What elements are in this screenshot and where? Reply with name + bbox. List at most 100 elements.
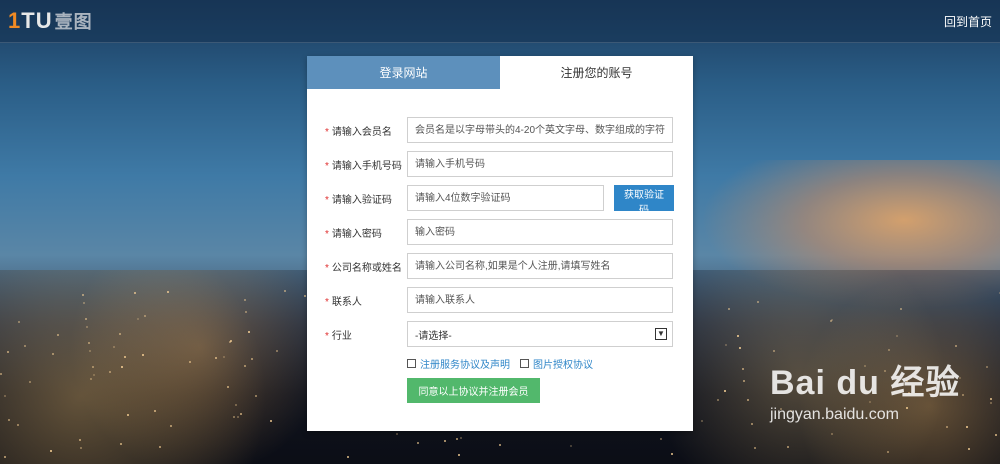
phone-label-text: 请输入手机号码 <box>331 161 402 172</box>
city-light <box>127 413 130 416</box>
phone-label: * 请输入手机号码 <box>325 157 402 172</box>
city-light <box>670 453 673 456</box>
city-light <box>738 347 741 350</box>
company-label: * 公司名称或姓名 <box>325 259 402 274</box>
city-light <box>236 416 239 419</box>
city-light <box>747 398 750 401</box>
city-light <box>91 366 94 369</box>
city-light <box>896 334 899 337</box>
image-license-link[interactable]: 图片授权协议 <box>533 356 593 371</box>
agreement-checkbox-1[interactable] <box>407 358 416 368</box>
city-light <box>123 356 126 359</box>
required-mark: * <box>325 195 329 206</box>
code-row: *请输入验证码 获取验证码 <box>307 185 693 216</box>
city-light <box>86 325 89 328</box>
register-submit-button[interactable]: 同意以上协议并注册会员 <box>407 378 540 403</box>
contact-label-text: 联系人 <box>331 297 362 308</box>
city-light <box>250 358 253 361</box>
city-light <box>240 412 243 415</box>
city-light <box>245 310 248 313</box>
password-row: * 请输入密码 <box>307 219 693 245</box>
city-light <box>112 345 115 348</box>
city-light <box>737 335 740 338</box>
city-light <box>458 454 461 457</box>
site-logo[interactable]: 1 TU 壹图 <box>8 8 93 33</box>
city-light <box>235 404 238 407</box>
city-light <box>248 330 251 333</box>
required-mark: * <box>325 331 329 342</box>
city-light <box>167 290 170 293</box>
contact-row: * 联系人 <box>307 287 693 313</box>
city-light <box>723 390 726 392</box>
watermark-logo: Bai du 经验 <box>770 364 961 402</box>
member-name-row: * 请输入会员名 <box>307 117 693 143</box>
city-light <box>8 418 11 421</box>
city-light <box>955 345 958 348</box>
city-light <box>417 442 420 444</box>
city-light <box>886 451 889 454</box>
city-light <box>170 425 173 428</box>
city-light <box>888 348 891 351</box>
city-light <box>989 397 992 400</box>
city-light <box>82 301 85 304</box>
code-input[interactable] <box>407 185 604 211</box>
city-light <box>18 321 21 324</box>
required-mark: * <box>325 127 329 138</box>
city-light <box>243 365 246 368</box>
logo-cn: 壹图 <box>54 12 93 32</box>
member-name-label-text: 请输入会员名 <box>331 127 392 138</box>
phone-input[interactable] <box>407 151 673 177</box>
code-label: * 请输入验证码 <box>325 191 392 206</box>
password-label-text: 请输入密码 <box>331 229 382 240</box>
city-light <box>226 386 229 389</box>
city-light <box>444 440 446 442</box>
tab-register[interactable]: 注册您的账号 <box>500 56 693 89</box>
phone-row: * 请输入手机号码 <box>307 151 693 177</box>
city-light <box>16 423 19 426</box>
city-light <box>119 333 122 336</box>
city-light <box>133 292 136 295</box>
register-card: 登录网站 注册您的账号 *请输入会员名 *请输入手机号码 *请输入验证码 获取验… <box>307 56 693 431</box>
city-light <box>283 290 286 292</box>
tab-login[interactable]: 登录网站 <box>307 56 500 89</box>
city-light <box>741 367 744 370</box>
password-input[interactable] <box>407 219 673 245</box>
city-light <box>85 317 88 320</box>
service-agreement-link[interactable]: 注册服务协议及声明 <box>420 356 510 371</box>
city-light <box>728 307 731 310</box>
company-row: * 公司名称或姓名 <box>307 253 693 279</box>
company-input[interactable] <box>407 253 673 279</box>
city-light <box>3 395 6 398</box>
city-light <box>50 449 53 452</box>
required-mark: * <box>325 263 329 274</box>
city-light <box>498 444 501 447</box>
city-light <box>223 356 226 359</box>
home-link[interactable]: 回到首页 <box>944 13 992 30</box>
city-light <box>743 379 746 382</box>
city-light <box>660 437 663 440</box>
member-name-input[interactable] <box>407 117 673 143</box>
city-light <box>56 333 59 336</box>
watermark-url: jingyan.baidu.com <box>770 406 899 423</box>
city-light <box>787 445 790 448</box>
required-mark: * <box>325 297 329 308</box>
city-light <box>830 320 833 323</box>
city-light <box>456 438 459 441</box>
baidu-watermark: Bai du 经验 jingyan.baidu.com <box>770 355 990 445</box>
city-light <box>141 354 144 357</box>
industry-label-text: 行业 <box>331 331 352 342</box>
get-code-button[interactable]: 获取验证码 <box>614 185 674 216</box>
agreement-checkbox-2[interactable] <box>520 358 529 368</box>
city-light <box>276 349 279 352</box>
tab-bar: 登录网站 注册您的账号 <box>307 56 693 89</box>
member-name-label: * 请输入会员名 <box>325 123 392 138</box>
city-light <box>0 372 3 375</box>
city-light <box>270 420 273 423</box>
contact-input[interactable] <box>407 287 673 313</box>
industry-select[interactable]: -请选择- ▼ <box>407 321 673 347</box>
city-light <box>757 301 760 304</box>
city-light <box>90 378 93 381</box>
city-light <box>159 446 162 449</box>
password-label: * 请输入密码 <box>325 225 382 240</box>
required-mark: * <box>325 161 329 172</box>
